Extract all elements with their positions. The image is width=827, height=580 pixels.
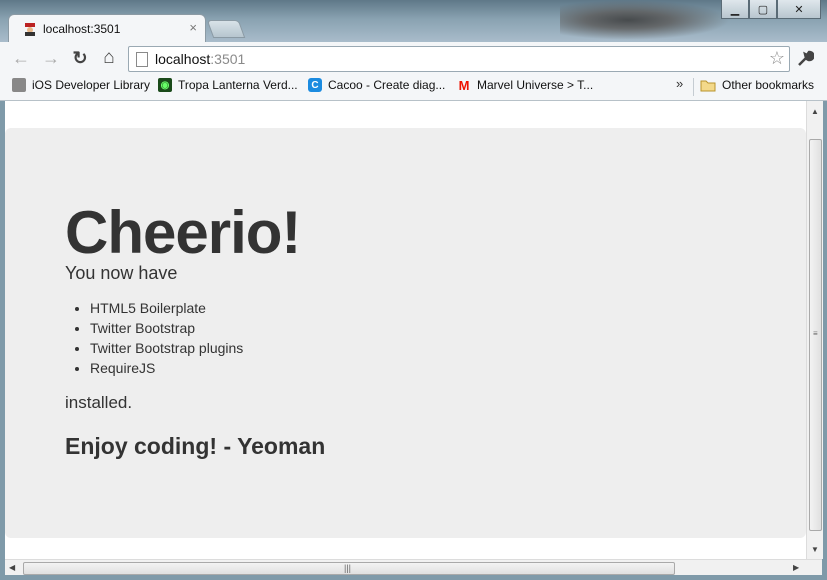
url-text: localhost:3501 [155,51,245,67]
other-bookmarks[interactable]: Other bookmarks [700,78,814,92]
scroll-down-arrow-icon[interactable]: ▼ [811,545,819,554]
title-bar: localhost:3501 × ▁ ▢ ✕ [0,0,827,43]
marvel-icon: M [458,77,470,93]
address-bar[interactable]: localhost:3501 ☆ [128,46,790,72]
forward-button[interactable]: → [40,47,62,69]
grip-icon: ||| [344,563,352,573]
lantern-icon: ◉ [158,78,172,92]
bookmark-cacoo[interactable]: C Cacoo - Create diag... [308,78,445,92]
page-icon [136,52,148,67]
grip-icon: ≡ [813,329,818,338]
horizontal-scrollbar[interactable]: ◀ ||| ▶ [5,559,822,576]
bookmark-tropa-lanterna[interactable]: ◉ Tropa Lanterna Verd... [158,78,298,92]
new-tab-button[interactable] [206,20,246,38]
list-item: RequireJS [90,358,243,378]
toolbar: ← → ↻ ⌂ localhost:3501 ☆ [0,42,827,74]
cacoo-icon: C [308,78,322,92]
bookmark-label: iOS Developer Library [32,78,151,92]
apple-icon [12,78,26,92]
tab-localhost[interactable]: localhost:3501 × [8,14,206,43]
scroll-up-arrow-icon[interactable]: ▲ [811,107,819,116]
scroll-left-arrow-icon[interactable]: ◀ [9,563,15,572]
bookmarks-bar: iOS Developer Library ◉ Tropa Lanterna V… [0,74,827,101]
bookmark-marvel[interactable]: M Marvel Universe > T... [457,77,594,93]
window-controls: ▁ ▢ ✕ [721,0,821,19]
horizontal-scroll-thumb[interactable]: ||| [23,562,675,575]
window-bottom-border [0,575,827,580]
maximize-button[interactable]: ▢ [749,0,777,19]
yeoman-favicon-icon [25,23,35,36]
bookmark-star-icon[interactable]: ☆ [769,48,785,69]
bookmark-label: Tropa Lanterna Verd... [178,78,298,92]
tab-close-icon[interactable]: × [189,20,197,35]
back-button[interactable]: ← [10,47,32,69]
wrench-icon[interactable] [796,50,814,68]
vertical-scroll-thumb[interactable]: ≡ [809,139,822,531]
bookmark-ios-developer-library[interactable]: iOS Developer Library [12,78,150,92]
bookmarks-separator [693,78,694,96]
bookmarks-overflow-button[interactable]: » [676,76,683,91]
home-button[interactable]: ⌂ [98,47,120,69]
reload-button[interactable]: ↻ [69,47,91,69]
url-host: localhost [155,51,211,67]
bookmark-label: Marvel Universe > T... [477,78,594,92]
other-bookmarks-label: Other bookmarks [722,78,815,92]
browser-window: localhost:3501 × ▁ ▢ ✕ ← → ↻ ⌂ localhost… [0,0,827,580]
minimize-button[interactable]: ▁ [721,0,749,19]
footer-heading: Enjoy coding! - Yeoman [65,433,326,459]
page-heading: Cheerio! [65,199,301,266]
installed-text: installed. [65,393,133,412]
list-item: Twitter Bootstrap [90,318,243,338]
page-viewport: Cheerio! You now have HTML5 Boilerplate … [5,101,806,559]
bookmark-label: Cacoo - Create diag... [328,78,446,92]
installed-list: HTML5 Boilerplate Twitter Bootstrap Twit… [65,298,243,378]
list-item: Twitter Bootstrap plugins [90,338,243,358]
close-window-button[interactable]: ✕ [777,0,821,19]
scroll-right-arrow-icon[interactable]: ▶ [793,563,799,572]
tab-title: localhost:3501 [43,22,121,36]
lead-text: You now have [65,263,178,283]
vertical-scrollbar[interactable]: ▲ ≡ ▼ [806,101,823,559]
url-port: :3501 [210,51,246,67]
theme-decoration [560,0,730,40]
folder-icon [700,80,716,91]
hero-unit: Cheerio! You now have HTML5 Boilerplate … [5,128,806,538]
list-item: HTML5 Boilerplate [90,298,243,318]
